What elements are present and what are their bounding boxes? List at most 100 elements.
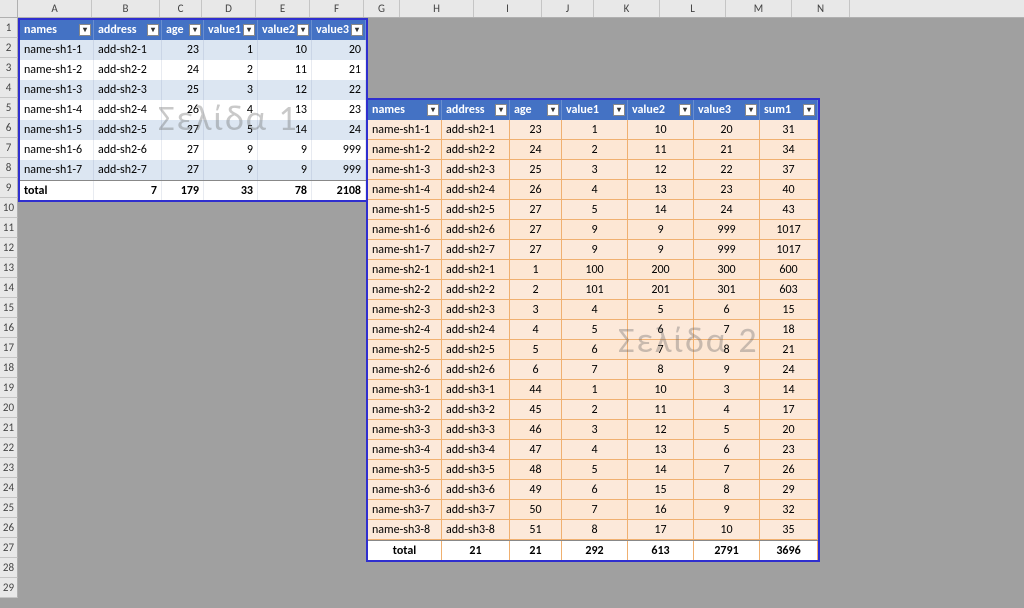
cell-v3[interactable]: 24 <box>694 200 760 220</box>
cell-name[interactable]: name-sh1-3 <box>368 160 442 180</box>
t2-hdr-value2[interactable]: value2▾ <box>628 100 694 120</box>
cell-name[interactable]: name-sh1-2 <box>368 140 442 160</box>
cell-age[interactable]: 1 <box>510 260 562 280</box>
cell-v2[interactable]: 5 <box>628 300 694 320</box>
cell-sum[interactable]: 43 <box>760 200 818 220</box>
cell-v2[interactable]: 11 <box>258 60 312 80</box>
table-row[interactable]: name-sh2-5add-sh2-5567821 <box>368 340 818 360</box>
col-header-L[interactable]: L <box>660 0 726 17</box>
cell-v2[interactable]: 16 <box>628 500 694 520</box>
filter-dropdown-icon[interactable]: ▾ <box>243 24 255 36</box>
cell-addr[interactable]: add-sh2-2 <box>442 280 510 300</box>
cell-sum[interactable]: 29 <box>760 480 818 500</box>
cell-addr[interactable]: add-sh3-6 <box>442 480 510 500</box>
t1-hdr-age[interactable]: age▾ <box>162 20 204 40</box>
row-header-15[interactable]: 15 <box>0 298 18 318</box>
cell-v3[interactable]: 8 <box>694 340 760 360</box>
cell-sum[interactable]: 26 <box>760 460 818 480</box>
table-row[interactable]: name-sh3-2add-sh3-245211417 <box>368 400 818 420</box>
cell-addr[interactable]: add-sh2-5 <box>442 200 510 220</box>
cell-v1[interactable]: 6 <box>562 340 628 360</box>
cell-v2[interactable]: 11 <box>628 400 694 420</box>
cell-addr[interactable]: add-sh2-7 <box>94 160 162 180</box>
row-header-20[interactable]: 20 <box>0 398 18 418</box>
cell-name[interactable]: name-sh1-1 <box>20 40 94 60</box>
cell-v3[interactable]: 301 <box>694 280 760 300</box>
cell-addr[interactable]: add-sh3-2 <box>442 400 510 420</box>
table-row[interactable]: name-sh1-1add-sh2-12311020 <box>20 40 366 60</box>
cell-name[interactable]: name-sh1-7 <box>20 160 94 180</box>
t1-hdr-value1[interactable]: value1▾ <box>204 20 258 40</box>
cell-v1[interactable]: 4 <box>562 440 628 460</box>
cell-name[interactable]: name-sh1-5 <box>368 200 442 220</box>
cell-age[interactable]: 48 <box>510 460 562 480</box>
cell-v3[interactable]: 6 <box>694 440 760 460</box>
cell-age[interactable]: 26 <box>162 100 204 120</box>
table-row[interactable]: name-sh1-3add-sh2-32531222 <box>20 80 366 100</box>
cell-v3[interactable]: 9 <box>694 360 760 380</box>
table-row[interactable]: name-sh1-4add-sh2-42641323 <box>20 100 366 120</box>
cell-v1[interactable]: 9 <box>204 160 258 180</box>
cell-v2[interactable]: 13 <box>628 180 694 200</box>
cell-addr[interactable]: add-sh2-2 <box>442 140 510 160</box>
row-header-10[interactable]: 10 <box>0 198 18 218</box>
cell-v2[interactable]: 12 <box>628 160 694 180</box>
table-row[interactable]: name-sh1-5add-sh2-52751424 <box>20 120 366 140</box>
t1-hdr-names[interactable]: names▾ <box>20 20 94 40</box>
cell-v3[interactable]: 9 <box>694 500 760 520</box>
cell-v1[interactable]: 3 <box>562 420 628 440</box>
select-all-corner[interactable] <box>0 0 18 17</box>
cell-sum[interactable]: 17 <box>760 400 818 420</box>
t2-hdr-names[interactable]: names▾ <box>368 100 442 120</box>
cell-v3[interactable]: 3 <box>694 380 760 400</box>
table-row[interactable]: name-sh2-1add-sh2-11100200300600 <box>368 260 818 280</box>
cell-v1[interactable]: 3 <box>562 160 628 180</box>
cell-age[interactable]: 27 <box>162 140 204 160</box>
cell-v2[interactable]: 9 <box>628 220 694 240</box>
col-header-H[interactable]: H <box>400 0 474 17</box>
cell-v1[interactable]: 3 <box>204 80 258 100</box>
cell-addr[interactable]: add-sh2-6 <box>442 360 510 380</box>
col-header-M[interactable]: M <box>726 0 792 17</box>
table-row[interactable]: name-sh1-5add-sh2-5275142443 <box>368 200 818 220</box>
filter-dropdown-icon[interactable]: ▾ <box>745 104 757 116</box>
col-header-N[interactable]: N <box>792 0 850 17</box>
cell-v2[interactable]: 11 <box>628 140 694 160</box>
cell-sum[interactable]: 34 <box>760 140 818 160</box>
cell-sum[interactable]: 20 <box>760 420 818 440</box>
row-header-26[interactable]: 26 <box>0 518 18 538</box>
cell-v1[interactable]: 2 <box>562 400 628 420</box>
cell-v1[interactable]: 9 <box>562 220 628 240</box>
table-row[interactable]: name-sh1-3add-sh2-3253122237 <box>368 160 818 180</box>
filter-dropdown-icon[interactable]: ▾ <box>427 104 439 116</box>
cell-v2[interactable]: 13 <box>258 100 312 120</box>
cell-age[interactable]: 51 <box>510 520 562 540</box>
cell-v1[interactable]: 2 <box>204 60 258 80</box>
table-row[interactable]: name-sh2-2add-sh2-22101201301603 <box>368 280 818 300</box>
table-row[interactable]: name-sh3-5add-sh3-548514726 <box>368 460 818 480</box>
cell-age[interactable]: 23 <box>162 40 204 60</box>
cell-age[interactable]: 25 <box>162 80 204 100</box>
cell-v3[interactable]: 8 <box>694 480 760 500</box>
table-row[interactable]: name-sh3-3add-sh3-346312520 <box>368 420 818 440</box>
table-row[interactable]: name-sh3-4add-sh3-447413623 <box>368 440 818 460</box>
row-header-29[interactable]: 29 <box>0 578 18 598</box>
cell-v1[interactable]: 1 <box>562 380 628 400</box>
cell-v3[interactable]: 20 <box>312 40 366 60</box>
cell-sum[interactable]: 1017 <box>760 220 818 240</box>
cell-age[interactable]: 24 <box>162 60 204 80</box>
col-header-I[interactable]: I <box>474 0 542 17</box>
cell-v1[interactable]: 101 <box>562 280 628 300</box>
cell-addr[interactable]: add-sh2-2 <box>94 60 162 80</box>
cell-v1[interactable]: 6 <box>562 480 628 500</box>
cell-name[interactable]: name-sh3-3 <box>368 420 442 440</box>
row-header-16[interactable]: 16 <box>0 318 18 338</box>
row-header-13[interactable]: 13 <box>0 258 18 278</box>
row-header-9[interactable]: 9 <box>0 178 18 198</box>
cell-v3[interactable]: 4 <box>694 400 760 420</box>
cell-name[interactable]: name-sh2-6 <box>368 360 442 380</box>
cell-addr[interactable]: add-sh2-1 <box>442 260 510 280</box>
cell-name[interactable]: name-sh3-5 <box>368 460 442 480</box>
table-row[interactable]: name-sh1-2add-sh2-22421121 <box>20 60 366 80</box>
col-header-C[interactable]: C <box>160 0 202 17</box>
